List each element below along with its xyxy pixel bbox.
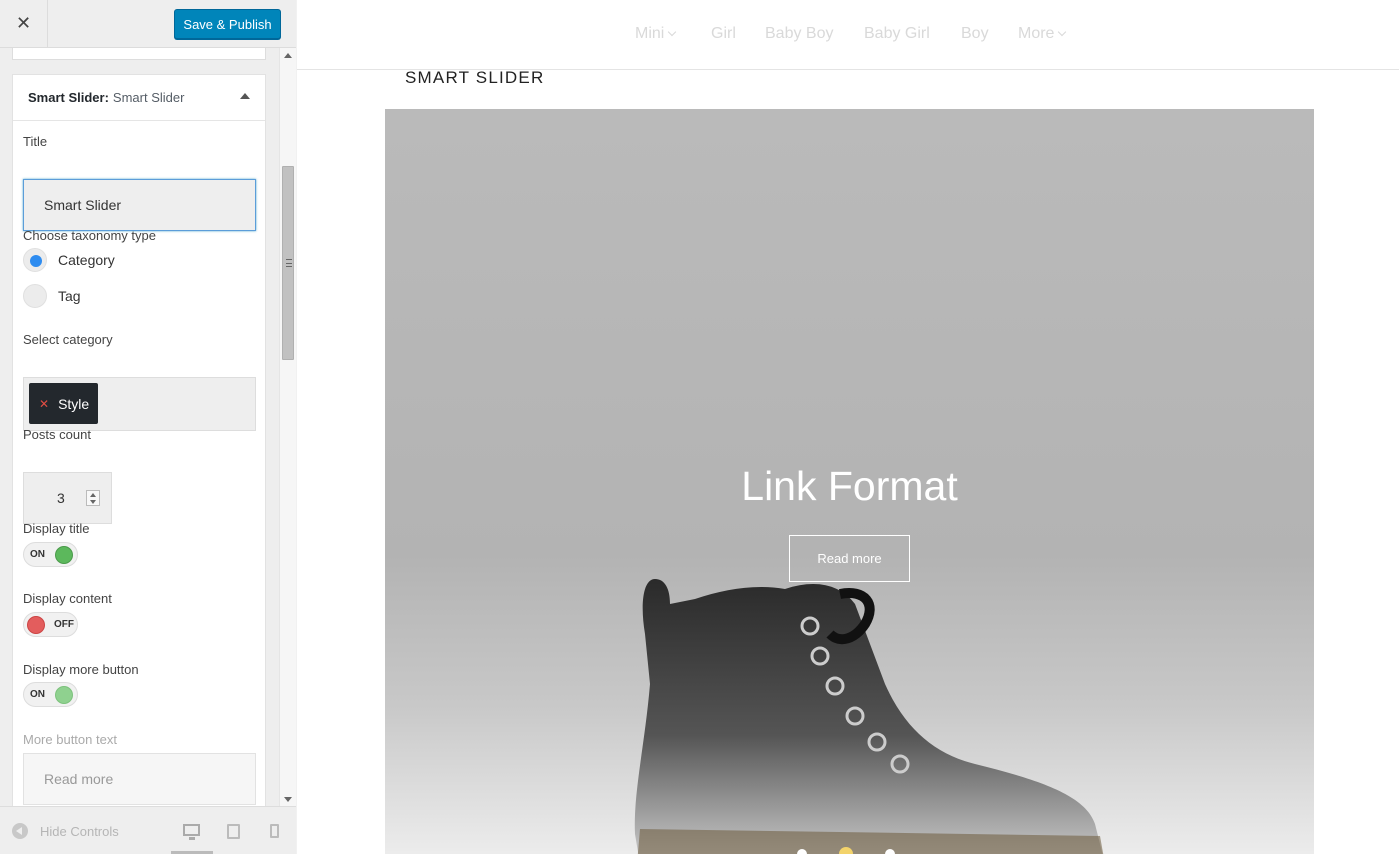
chevron-down-icon <box>1058 27 1067 37</box>
close-customizer-button[interactable]: ✕ <box>0 0 48 47</box>
nav-label: More <box>1018 25 1055 42</box>
title-input[interactable]: Smart Slider <box>23 179 256 231</box>
nav-item-more[interactable]: More <box>1018 25 1067 43</box>
scroll-up-icon[interactable] <box>284 53 292 58</box>
toggle-state-text: OFF <box>54 619 74 630</box>
slide-dot-3[interactable] <box>885 849 895 854</box>
spin-buttons[interactable] <box>86 490 100 506</box>
nav-item-boy[interactable]: Boy <box>961 25 989 43</box>
read-more-button[interactable]: Read more <box>789 535 910 582</box>
category-label: Select category <box>23 332 113 347</box>
widget-name: Smart Slider <box>112 90 185 105</box>
chevron-down-icon <box>668 27 677 37</box>
toggle-knob <box>55 546 73 564</box>
display-content-label: Display content <box>23 591 112 606</box>
nav-item-mini[interactable]: Mini <box>635 25 677 43</box>
top-navigation: Mini Girl Baby Boy Baby Girl Boy More <box>297 0 1399 70</box>
sidebar-scroll-area: Smart Slider: Smart Slider Title Smart S… <box>0 48 296 806</box>
nav-label: Mini <box>635 25 665 42</box>
widget-header[interactable]: Smart Slider: Smart Slider <box>13 75 265 121</box>
radio-category-label: Category <box>58 252 115 268</box>
toggle-state-text: ON <box>30 549 45 560</box>
previous-section <box>12 48 266 60</box>
radio-category[interactable] <box>23 248 47 272</box>
category-select[interactable]: ✕ Style <box>23 377 256 431</box>
spin-up-icon[interactable] <box>90 493 96 497</box>
desktop-icon[interactable] <box>183 824 200 840</box>
smart-slider: Link Format Read more <box>385 109 1314 854</box>
toggle-state-text: ON <box>30 689 45 700</box>
display-title-toggle[interactable]: ON <box>23 542 78 567</box>
grip-icon <box>286 259 292 267</box>
collapse-arrow-icon[interactable] <box>240 93 250 99</box>
sidebar-scrollbar[interactable] <box>279 48 296 806</box>
more-text-input[interactable]: Read more <box>23 753 256 805</box>
slide-title: Link Format <box>741 463 958 509</box>
sidebar-footer: Hide Controls <box>0 806 296 854</box>
display-more-toggle[interactable]: ON <box>23 682 78 707</box>
collapse-icon <box>12 823 28 839</box>
save-publish-button[interactable]: Save & Publish <box>174 9 281 39</box>
spin-down-icon[interactable] <box>90 500 96 504</box>
widget-type: Smart Slider: <box>28 90 109 105</box>
slide-dot-1[interactable] <box>797 849 807 854</box>
nav-item-baby-boy[interactable]: Baby Boy <box>765 25 833 43</box>
slider-pagination <box>797 847 907 854</box>
boot-image <box>634 579 1104 854</box>
display-more-label: Display more button <box>23 662 139 677</box>
mobile-icon[interactable] <box>270 824 279 838</box>
remove-chip-icon[interactable]: ✕ <box>39 397 49 411</box>
radio-tag-label: Tag <box>58 288 81 304</box>
hide-controls-button[interactable]: Hide Controls <box>12 823 119 839</box>
scroll-down-icon[interactable] <box>284 797 292 802</box>
chip-label: Style <box>58 395 90 412</box>
widget-title: SMART SLIDER <box>405 68 545 87</box>
close-icon: ✕ <box>15 13 32 33</box>
tablet-icon[interactable] <box>227 824 240 839</box>
posts-count-stepper[interactable]: 3 <box>23 472 112 524</box>
nav-item-baby-girl[interactable]: Baby Girl <box>864 25 930 43</box>
toggle-knob <box>55 686 73 704</box>
toggle-knob <box>27 616 45 634</box>
title-label: Title <box>23 134 48 149</box>
sidebar-header: ✕ Save & Publish <box>0 0 296 48</box>
radio-tag[interactable] <box>23 284 47 308</box>
more-text-label: More button text <box>23 732 117 747</box>
posts-count-value: 3 <box>57 490 65 506</box>
slide-dot-2[interactable] <box>839 847 853 854</box>
scroll-thumb[interactable] <box>282 166 294 360</box>
display-title-label: Display title <box>23 521 90 536</box>
category-chip: ✕ Style <box>29 383 98 424</box>
site-preview: Mini Girl Baby Boy Baby Girl Boy More SM… <box>297 0 1399 854</box>
display-content-toggle[interactable]: OFF <box>23 612 78 637</box>
customizer-sidebar: ✕ Save & Publish Smart Slider: Smart Sli… <box>0 0 296 854</box>
widget-section: Smart Slider: Smart Slider Title Smart S… <box>12 74 266 806</box>
hide-controls-label: Hide Controls <box>40 823 119 839</box>
posts-count-label: Posts count <box>23 427 91 442</box>
nav-item-girl[interactable]: Girl <box>711 25 736 43</box>
taxonomy-label: Choose taxonomy type <box>23 228 156 243</box>
